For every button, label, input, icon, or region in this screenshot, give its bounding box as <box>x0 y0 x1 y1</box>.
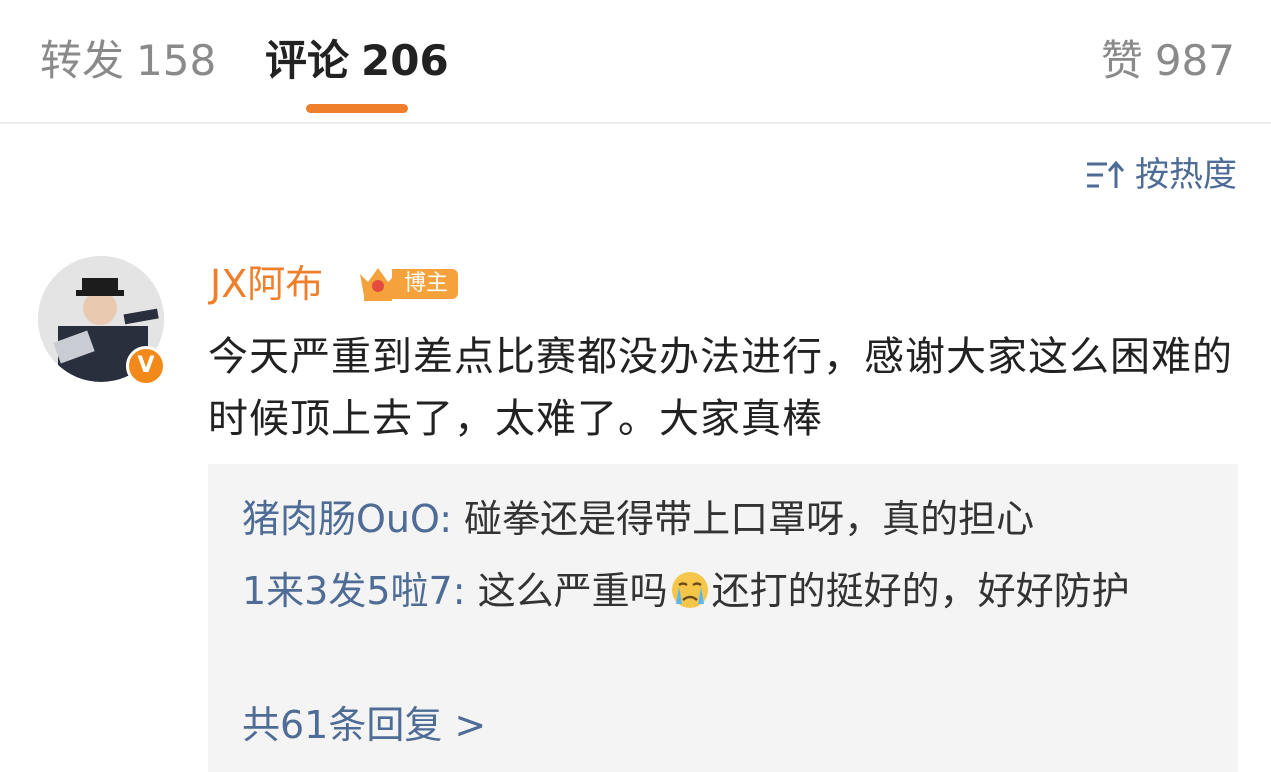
tab-like[interactable]: 赞 987 <box>1101 34 1235 88</box>
tab-comment-label: 评论 <box>265 36 350 85</box>
tab-comment[interactable]: 评论 206 <box>265 34 449 88</box>
verified-badge: V <box>126 346 166 386</box>
tab-repost-label: 转发 <box>40 36 125 85</box>
sort-icon <box>1087 160 1125 188</box>
active-tab-indicator <box>306 104 408 113</box>
reply-text: 碰拳还是得带上口罩呀，真的担心 <box>452 497 1035 541</box>
tab-comment-count: 206 <box>361 36 449 85</box>
tab-like-count: 987 <box>1154 36 1235 85</box>
crying-face-emoji-icon <box>671 572 708 608</box>
sort-label: 按热度 <box>1135 155 1237 195</box>
reply-text: 这么严重吗 <box>465 569 668 613</box>
comment-text: 今天严重到差点比赛都没办法进行，感谢大家这么困难的时候顶上去了，太难了。大家真棒 <box>208 334 1233 442</box>
avatar[interactable]: V <box>38 256 166 386</box>
reply-author[interactable]: 猪肉肠OuO: <box>242 497 452 541</box>
comment-username[interactable]: JX阿布 <box>210 260 323 308</box>
sort-button[interactable]: 按热度 <box>1085 152 1237 198</box>
reply-text-continued: 还打的挺好的，好好防护 <box>711 569 1130 613</box>
blogger-badge: 博主 <box>356 264 459 304</box>
tab-bar: 转发 158 评论 206 赞 987 <box>0 0 1271 124</box>
tab-like-label: 赞 <box>1100 36 1143 85</box>
replies-box[interactable]: 猪肉肠OuO: 碰拳还是得带上口罩呀，真的担心 1来3发5啦7: 这么严重吗 还… <box>208 464 1238 772</box>
reply-author[interactable]: 1来3发5啦7: <box>242 569 466 613</box>
reply-item[interactable]: 1来3发5啦7: 这么严重吗 还打的挺好的，好好防护 <box>242 560 1202 622</box>
reply-item[interactable]: 猪肉肠OuO: 碰拳还是得带上口罩呀，真的担心 <box>242 488 1202 550</box>
blogger-badge-label: 博主 <box>392 269 459 299</box>
tab-repost[interactable]: 转发 158 <box>40 34 216 88</box>
tab-repost-count: 158 <box>136 36 217 85</box>
more-replies-link[interactable]: 共61条回复 > <box>242 694 486 756</box>
